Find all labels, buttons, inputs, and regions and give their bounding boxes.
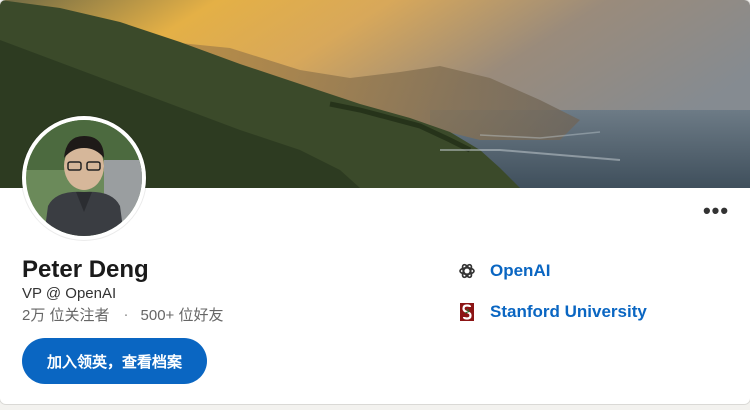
org-stanford[interactable]: Stanford University bbox=[458, 302, 647, 322]
ellipsis-icon: ••• bbox=[702, 198, 730, 223]
profile-stats: 2万 位关注者 · 500+ 位好友 bbox=[22, 304, 223, 325]
more-options-button[interactable]: ••• bbox=[702, 198, 730, 223]
stats-separator: · bbox=[123, 306, 129, 323]
stanford-logo-icon bbox=[458, 303, 476, 321]
connections-count: 500+ 位好友 bbox=[140, 307, 224, 324]
profile-photo-frame[interactable] bbox=[22, 116, 146, 240]
org-stanford-label: Stanford University bbox=[490, 302, 647, 321]
profile-headline: VP @ OpenAI bbox=[22, 285, 117, 302]
profile-card: ••• Peter Deng VP @ OpenAI 2万 位关注者 · 500… bbox=[0, 0, 750, 404]
org-openai-label: OpenAI bbox=[490, 261, 551, 280]
followers-count: 2万 位关注者 bbox=[22, 307, 110, 324]
avatar[interactable] bbox=[26, 120, 142, 236]
openai-logo-icon bbox=[458, 262, 476, 280]
org-openai[interactable]: OpenAI bbox=[458, 261, 550, 281]
join-linkedin-button[interactable]: 加入领英，查看档案 bbox=[22, 338, 207, 384]
profile-name: Peter Deng bbox=[22, 256, 149, 283]
